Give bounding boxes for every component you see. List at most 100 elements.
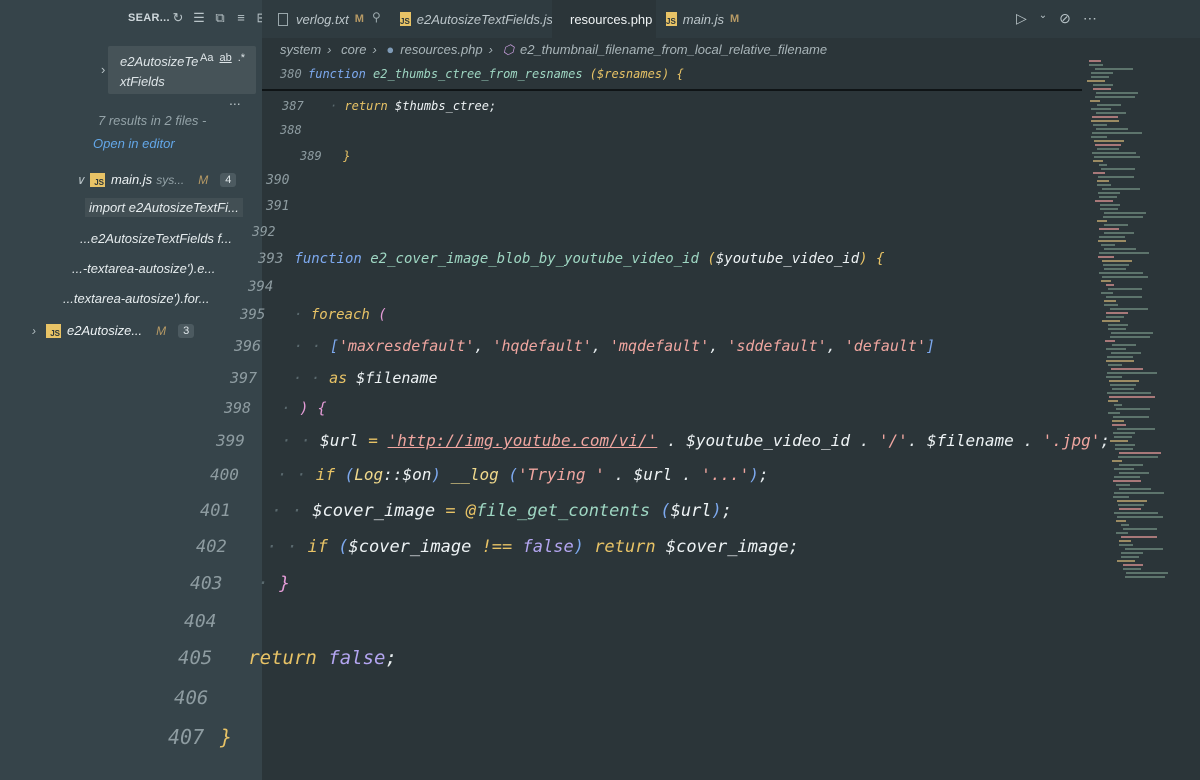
code-line[interactable]: 398 · ) { [224,399,327,417]
breadcrumb-item[interactable]: system [280,42,321,57]
minimap-line [1115,448,1134,450]
tab-label: main.js [682,11,724,27]
code-line[interactable]: 399 · · $url = 'http://img.youtube.com/vi… [216,431,1110,450]
tab-label: resources.php [570,11,653,27]
code-line[interactable]: 387 · return $thumbs_ctree; [282,99,496,113]
minimap-line [1098,256,1115,258]
code-line[interactable]: 397 · · as $filename [230,369,438,387]
line-code: · } [258,573,291,594]
regex-toggle[interactable]: .* [238,52,245,64]
tab-resources-php[interactable]: resources.php [552,0,656,38]
refresh-icon[interactable]: ↻ [170,10,186,26]
chevron-down-icon[interactable]: ∨ [76,173,90,187]
search-options: Aa ab .* [200,52,245,64]
minimap-line [1109,440,1128,442]
code-line[interactable]: 393 function e2_cover_image_blob_by_youtu… [258,251,884,267]
minimap-line [1113,436,1132,438]
code-line[interactable]: 406 [174,687,223,709]
file-name: main.js [111,172,153,187]
line-number: 397 [230,369,258,387]
breadcrumb-item[interactable]: core [341,42,366,57]
minimap-line [1100,244,1115,246]
line-code: · return $thumbs_ctree; [330,99,496,113]
code-line[interactable]: 388 [280,123,328,137]
line-number: 398 [224,399,252,417]
result-file-main-js[interactable]: ∨ JS main.js sys... M 4 [76,172,237,187]
chevron-right-icon[interactable]: › [101,62,105,77]
text-file-icon [278,12,288,26]
minimap-line [1096,104,1121,106]
tab-e2autosizetextfields-js[interactable]: JS e2AutosizeTextFields.js M [390,0,568,38]
code-token: '/' [878,431,908,450]
code-token: $cover_image [348,537,482,557]
minimap-line [1100,208,1119,210]
search-match[interactable]: ...e2AutosizeTextFields f... [80,231,232,246]
search-match[interactable]: import e2AutosizeTextFi... [85,198,243,217]
code-line[interactable]: 390 [266,173,300,188]
minimap-line [1103,232,1134,234]
line-number: 390 [266,173,290,188]
match-case-toggle[interactable]: Aa [200,52,213,64]
breadcrumb: system › core › ● resources.php › ⬡ e2_thumbn… [280,42,833,58]
open-in-editor-link[interactable]: Open in editor [93,136,175,151]
minimap-line [1092,88,1111,90]
search-match[interactable]: ...-textarea-autosize').e... [72,261,215,276]
code-line[interactable]: 395 · foreach ( [240,307,387,323]
code-line[interactable]: 407} [168,725,232,749]
chevron-down-icon[interactable]: ⌄ [1039,10,1047,27]
search-query[interactable]: e2AutosizeTextFields [120,52,200,92]
line-number: 380 [280,67,302,81]
line-code: } [343,149,350,163]
tab-main-js[interactable]: JS main.js M [656,0,740,38]
code-token: false [522,537,574,557]
code-token: 'mqdefault' [609,337,710,355]
result-file-e2autosize[interactable]: › JS e2Autosize... M 3 [32,323,195,338]
pin-icon[interactable]: ⚲ [372,10,381,24]
breadcrumb-item[interactable]: resources.php [400,42,482,57]
line-number: 389 [300,149,322,163]
more-actions-icon[interactable]: ⋯ [1083,10,1097,27]
code-line[interactable]: 405 return false; [178,647,397,669]
minimap-line [1090,136,1107,138]
minimap-line [1098,176,1135,178]
code-line[interactable]: 401 · · $cover_image = @file_get_contents… [200,501,732,521]
minimap-line [1099,252,1149,254]
match-whole-word-toggle[interactable]: ab [219,52,231,64]
search-match[interactable]: ...textarea-autosize').for... [63,291,210,306]
code-token: ( [707,251,716,267]
code-line[interactable]: 400 · · if (Log::$on) __log ('Trying ' . … [210,465,769,484]
minimap-line [1106,372,1157,374]
code-line[interactable]: 403 · } [190,573,290,594]
code-token: $filename [927,431,1024,450]
clear-results-icon[interactable]: ☰ [191,10,207,26]
code-line[interactable]: 402 · · if ($cover_image !== false) retur… [196,537,799,557]
new-search-editor-icon[interactable]: ⧉ [212,10,228,26]
line-number: 392 [252,225,276,240]
code-line[interactable]: 396 · · ['maxresdefault', 'hqdefault', 'm… [234,337,935,355]
code-line[interactable]: 391 [266,199,300,214]
search-input[interactable]: e2AutosizeTextFields Aa ab .* [108,46,256,94]
file-status: M [156,323,167,338]
collapse-all-icon[interactable]: ≡ [233,10,249,26]
minimap[interactable] [1082,60,1200,580]
chevron-right-icon[interactable]: › [32,324,46,338]
match-count-badge: 3 [178,323,195,338]
code-params: ($resnames) { [589,67,684,81]
code-editor[interactable]: 387 · return $thumbs_ctree; 388 389} 390 391 3… [168,91,1110,780]
minimap-line [1119,540,1131,542]
line-code: · · as $filename [293,369,438,387]
line-code: · · if ($cover_image !== false) return $… [267,537,799,557]
line-number: 391 [266,199,290,214]
code-line[interactable]: 392 [252,225,286,240]
code-line[interactable]: 394 [248,279,284,295]
code-line[interactable]: 404 [184,611,231,632]
run-icon[interactable]: ▷ [1016,10,1027,27]
compass-icon[interactable]: ⊘ [1059,10,1071,27]
code-token: $youtube_video_id [686,431,860,450]
more-options-icon[interactable]: ... [229,92,241,108]
sticky-scroll-header[interactable]: 380 function e2_thumbs_ctree_from_resnam… [262,63,1082,91]
code-line[interactable]: 389} [300,149,350,163]
breadcrumb-item[interactable]: e2_thumbnail_filename_from_local_relativ… [520,42,827,57]
code-token: ] [925,337,936,355]
minimap-line [1091,76,1109,78]
